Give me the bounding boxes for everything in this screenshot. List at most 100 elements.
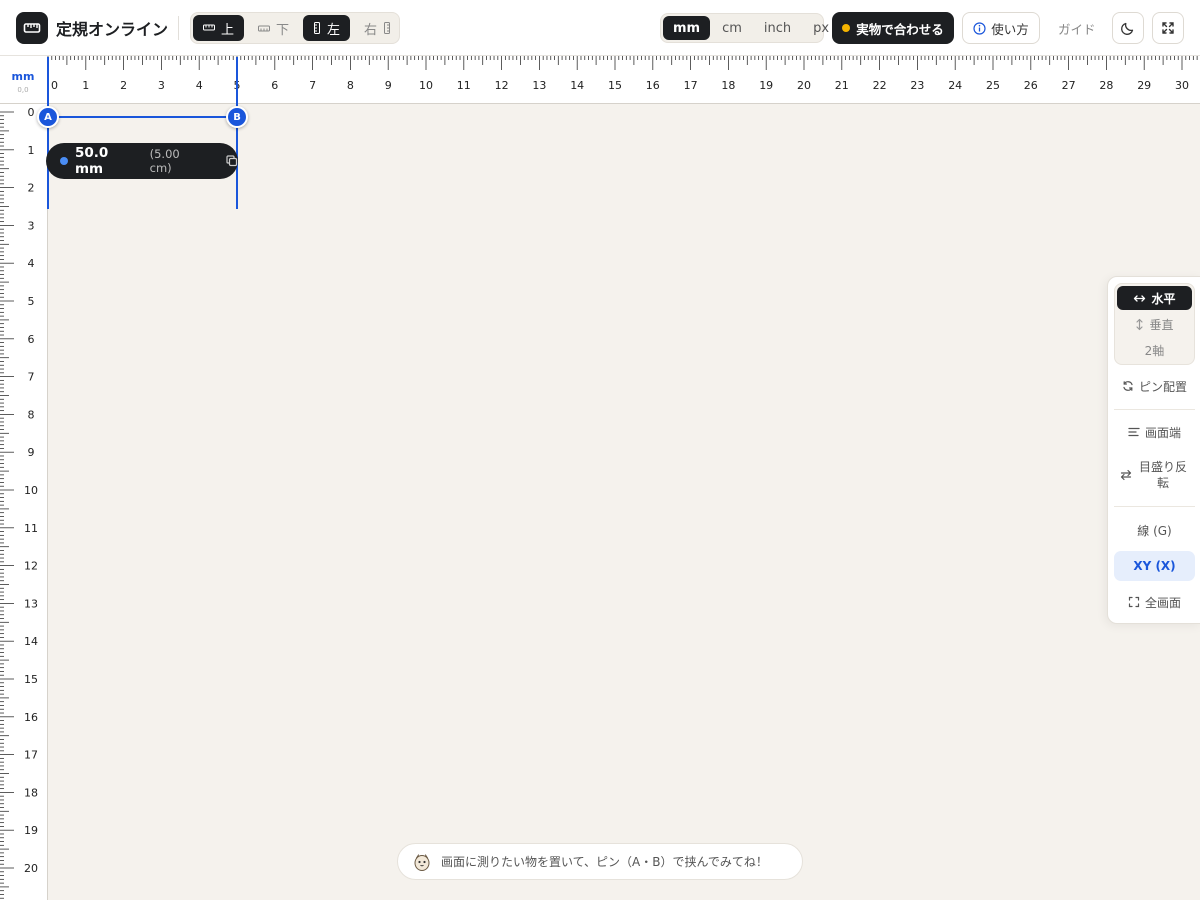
edge-top-label: 上	[221, 22, 235, 38]
expand-icon	[1128, 596, 1140, 608]
ruler-tick-label: 16	[646, 79, 660, 92]
ruler-tick-label: 28	[1099, 79, 1113, 92]
ruler-tick-label: 17	[684, 79, 698, 92]
reverse-scale-button[interactable]: 目盛り反転	[1114, 457, 1195, 493]
ruler-tick-label: 6	[28, 333, 35, 346]
ruler-tick-label: 22	[873, 79, 887, 92]
ruler-tick-label: 0	[51, 79, 58, 92]
ruler-tick-label: 24	[948, 79, 962, 92]
pin-place-label: ピン配置	[1138, 379, 1187, 394]
edge-right-button[interactable]: 右	[354, 15, 401, 41]
howto-label: 使い方	[991, 21, 1029, 37]
hint-text: 画面に測りたい物を置いて、ピン（A・B）で挟んでみてね！	[441, 855, 768, 869]
calibrate-button[interactable]: 実物で合わせる	[832, 12, 954, 44]
fullscreen-button[interactable]	[1152, 12, 1184, 44]
panel-divider	[1114, 409, 1195, 410]
panel-fullscreen-button[interactable]: 全画面	[1114, 591, 1195, 613]
unit-mm-button[interactable]: mm	[663, 16, 711, 40]
ruler-tick-label: 7	[28, 371, 35, 384]
screen-edge-label: 画面端	[1144, 425, 1181, 440]
ruler-tick-label: 29	[1137, 79, 1151, 92]
copy-icon[interactable]	[226, 155, 238, 167]
ruler-left[interactable]: 0123456789101112131415161718192021	[0, 104, 48, 900]
ruler-tick-label: 8	[28, 408, 35, 421]
ruler-tick-label: 7	[309, 79, 316, 92]
ruler-tick-label: 8	[347, 79, 354, 92]
measurement-secondary: (5.00 cm)	[149, 147, 180, 175]
ruler-tick-label: 4	[28, 257, 35, 270]
ruler-tick-label: 18	[721, 79, 735, 92]
pin-b[interactable]: B	[226, 106, 248, 128]
app-title: 定規オンライン	[56, 20, 169, 39]
ruler-tick-label: 20	[24, 862, 38, 875]
ruler-edge-toggle: 上 下 左 右	[190, 12, 400, 44]
ruler-tick-label: 9	[28, 446, 35, 459]
ruler-tick-label: 25	[986, 79, 1000, 92]
guide-link[interactable]: ガイド	[1058, 19, 1096, 38]
info-icon	[973, 21, 986, 35]
mascot-icon	[414, 853, 430, 871]
ruler-tick-label: 19	[759, 79, 773, 92]
ruler-tick-label: 4	[196, 79, 203, 92]
ruler-tick-label: 14	[570, 79, 584, 92]
axis-vertical-button[interactable]: 垂直	[1117, 312, 1192, 336]
howto-button[interactable]: 使い方	[962, 12, 1040, 44]
arrows-horizontal-icon	[1134, 294, 1146, 302]
ruler-tick-label: 27	[1062, 79, 1076, 92]
swap-arrows-icon	[1120, 469, 1132, 481]
expand-icon	[1162, 22, 1174, 34]
xy-toggle-button[interactable]: XY (X)	[1114, 551, 1195, 581]
ruler-tick-label: 11	[24, 522, 38, 535]
status-dot	[842, 24, 851, 32]
ruler-tick-label: 1	[82, 79, 89, 92]
calibrate-label: 実物で合わせる	[856, 21, 944, 37]
ruler-tick-label: 16	[24, 711, 38, 724]
ruler-unit-label: mm	[11, 70, 35, 83]
ruler-tick-label: 21	[835, 79, 849, 92]
edge-left-button[interactable]: 左	[303, 15, 351, 41]
pin-place-button[interactable]: ピン配置	[1114, 375, 1195, 397]
edge-right-label: 右	[364, 22, 378, 38]
ruler-tick-label: 5	[234, 79, 241, 92]
axis-horizontal-label: 水平	[1151, 291, 1176, 306]
ruler-icon[interactable]	[16, 12, 48, 44]
horizontal-ruler-icon	[203, 24, 215, 31]
axis-selector: 水平 垂直 2軸	[1114, 283, 1195, 365]
ruler-tick-label: 13	[532, 79, 546, 92]
ruler-tick-label: 10	[419, 79, 433, 92]
panel-divider	[1114, 506, 1195, 507]
edge-left-label: 左	[327, 22, 341, 38]
edge-bottom-button[interactable]: 下	[248, 15, 299, 41]
ruler-tick-label: 10	[24, 484, 38, 497]
ruler-tick-label: 12	[24, 560, 38, 573]
unit-inch-button[interactable]: inch	[754, 16, 801, 40]
ruler-tick-label: 12	[495, 79, 509, 92]
unit-cm-button[interactable]: cm	[712, 16, 752, 40]
ruler-tick-label: 3	[158, 79, 165, 92]
edge-top-button[interactable]: 上	[193, 15, 245, 41]
ruler-tick-label: 11	[457, 79, 471, 92]
arrows-vertical-icon	[1136, 318, 1144, 330]
readout-dot	[60, 157, 68, 165]
ruler-tick-label: 15	[608, 79, 622, 92]
axis-vertical-label: 垂直	[1149, 317, 1174, 332]
origin-label: 0,0	[17, 86, 29, 94]
hint-banner: 画面に測りたい物を置いて、ピン（A・B）で挟んでみてね！	[397, 843, 803, 880]
ruler-tick-label: 23	[910, 79, 924, 92]
ruler-top[interactable]: 0 1 2 3 4 5 6 7 8 9 10 11 12 13 14 15 16 17 18 19 20 21 22 23 24…	[0, 56, 1200, 104]
screen-edge-button[interactable]: 画面端	[1114, 421, 1195, 443]
axis-both-button[interactable]: 2軸	[1117, 338, 1192, 362]
divider	[178, 16, 179, 40]
ruler-tick-label: 3	[28, 219, 35, 232]
pin-a[interactable]: A	[37, 106, 59, 128]
horizontal-ruler-icon	[258, 25, 271, 32]
ruler-tick-label: 6	[271, 79, 278, 92]
ruler-tick-label: 14	[24, 635, 38, 648]
line-toggle-button[interactable]: 線 (G)	[1114, 519, 1195, 541]
theme-toggle-button[interactable]	[1112, 12, 1144, 44]
ruler-tick-label: 18	[24, 786, 38, 799]
axis-horizontal-button[interactable]: 水平	[1117, 286, 1192, 310]
ruler-tick-label: 2	[120, 79, 127, 92]
ruler-tick-label: 2	[28, 182, 35, 195]
unit-selector: mm cm inch px	[660, 13, 829, 43]
